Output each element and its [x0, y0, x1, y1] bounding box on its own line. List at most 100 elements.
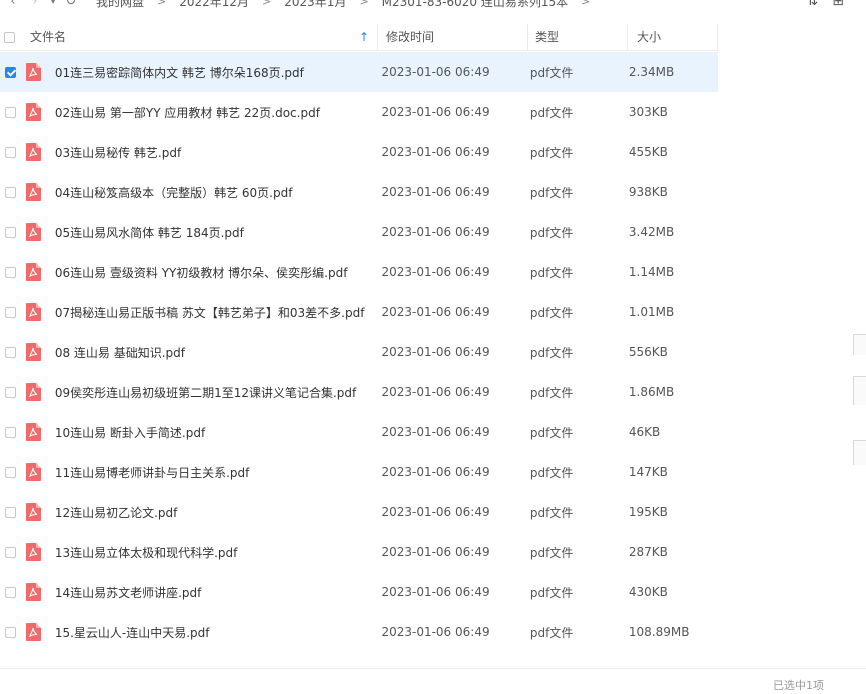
file-name[interactable]: 02连山易 第一部YY 应用教材 韩艺 22页.doc.pdf	[55, 104, 382, 121]
row-checkbox-cell	[2, 386, 20, 398]
breadcrumb-bar: ‹ › ▾ ↻ 我的网盘 >2022年12月 >2023年1月 > M2301-83-6…	[0, 0, 866, 12]
file-name[interactable]: 14连山易苏文老师讲座.pdf	[55, 584, 382, 601]
file-size: 430KB	[628, 585, 668, 599]
pdf-file-icon	[25, 343, 41, 361]
file-type: pdf文件	[529, 505, 574, 520]
breadcrumb-item[interactable]: 我的网盘	[96, 0, 144, 10]
file-size: 147KB	[628, 465, 668, 479]
file-type: pdf文件	[529, 385, 574, 400]
file-size: 46KB	[628, 425, 661, 439]
row-checkbox[interactable]	[5, 346, 17, 358]
file-row[interactable]: 04连山秘笈高级本（完整版）韩艺 60页.pdf 2023-01-06 06:49…	[0, 172, 718, 212]
file-name[interactable]: 15.星云山人-连山中天易.pdf	[55, 624, 382, 641]
file-size: 1.01MB	[628, 305, 675, 319]
column-header-type[interactable]: 类型	[528, 24, 628, 50]
row-checkbox[interactable]	[5, 146, 17, 158]
column-header-name[interactable]: 文件名 ↑	[18, 24, 378, 50]
file-row[interactable]: 03连山易秘传 韩艺.pdf 2023-01-06 06:49 pdf文件 455KB	[0, 132, 718, 172]
sort-icon[interactable]: ⇅	[807, 0, 819, 9]
file-name[interactable]: 13连山易立体太极和现代科学.pdf	[55, 544, 382, 561]
file-type: pdf文件	[529, 105, 574, 120]
pdf-file-icon	[25, 103, 41, 121]
file-name[interactable]: 08 连山易 基础知识.pdf	[55, 344, 382, 361]
select-all-checkbox[interactable]	[3, 31, 15, 43]
row-checkbox[interactable]	[5, 626, 17, 638]
file-row[interactable]: 09侯奕彤连山易初级班第二期1至12课讲义笔记合集.pdf 2023-01-06 …	[0, 372, 718, 412]
selection-status: 已选中1项	[773, 679, 824, 692]
row-checkbox[interactable]	[5, 306, 17, 318]
forward-button[interactable]: ›	[24, 0, 46, 9]
breadcrumb-separator: >	[262, 0, 272, 8]
row-checkbox[interactable]	[5, 426, 17, 438]
row-checkbox[interactable]	[5, 226, 17, 238]
file-name[interactable]: 03连山易秘传 韩艺.pdf	[55, 144, 382, 161]
row-checkbox[interactable]	[5, 546, 17, 558]
file-name[interactable]: 05连山易风水简体 韩艺 184页.pdf	[55, 224, 382, 241]
row-checkbox-cell	[2, 306, 20, 318]
file-row[interactable]: 02连山易 第一部YY 应用教材 韩艺 22页.doc.pdf 2023-01-0…	[0, 92, 718, 132]
file-size: 1.14MB	[628, 265, 675, 279]
select-all-cell	[0, 24, 18, 50]
side-panel-edge	[853, 376, 866, 405]
file-modified-date: 2023-01-06 06:49	[381, 65, 490, 79]
file-row[interactable]: 15.星云山人-连山中天易.pdf 2023-01-06 06:49 pdf文件 10…	[0, 612, 718, 652]
file-row[interactable]: 01连三易密踪简体内文 韩艺 博尔朵168页.pdf 2023-01-06 06:…	[0, 52, 718, 92]
breadcrumb-item[interactable]: 2022年12月	[179, 0, 249, 10]
file-name[interactable]: 07揭秘连山易正版书稿 苏文【韩艺弟子】和03差不多.pdf	[55, 304, 382, 321]
file-type: pdf文件	[529, 65, 574, 80]
row-checkbox[interactable]	[5, 506, 17, 518]
file-row[interactable]: 08 连山易 基础知识.pdf 2023-01-06 06:49 pdf文件 556K…	[0, 332, 718, 372]
breadcrumb-item[interactable]: M2301-83-6020 连山易系列15本	[382, 0, 568, 10]
row-checkbox[interactable]	[5, 106, 17, 118]
row-checkbox[interactable]	[5, 466, 17, 478]
file-size: 3.42MB	[628, 225, 675, 239]
side-panel-edge	[853, 440, 866, 465]
row-checkbox-cell	[2, 106, 20, 118]
file-modified-date: 2023-01-06 06:49	[381, 265, 490, 279]
file-row[interactable]: 07揭秘连山易正版书稿 苏文【韩艺弟子】和03差不多.pdf 2023-01-06…	[0, 292, 718, 332]
file-modified-date: 2023-01-06 06:49	[381, 585, 490, 599]
row-checkbox-cell	[2, 586, 20, 598]
file-row[interactable]: 05连山易风水简体 韩艺 184页.pdf 2023-01-06 06:49 pdf…	[0, 212, 718, 252]
file-size: 303KB	[628, 105, 668, 119]
grid-view-icon[interactable]: ⊞	[832, 0, 844, 9]
file-row[interactable]: 10连山易 断卦入手简述.pdf 2023-01-06 06:49 pdf文件 46K…	[0, 412, 718, 452]
pdf-file-icon	[25, 503, 41, 521]
file-name[interactable]: 11连山易博老师讲卦与日主关系.pdf	[55, 464, 382, 481]
file-modified-date: 2023-01-06 06:49	[381, 505, 490, 519]
history-dropdown-icon[interactable]: ▾	[46, 0, 60, 6]
file-row[interactable]: 06连山易 壹级资料 YY初级教材 博尔朵、侯奕彤编.pdf 2023-01-06…	[0, 252, 718, 292]
row-checkbox[interactable]	[5, 586, 17, 598]
breadcrumb-item[interactable]: 2023年1月	[284, 0, 346, 10]
file-row[interactable]: 14连山易苏文老师讲座.pdf 2023-01-06 06:49 pdf文件 430K…	[0, 572, 718, 612]
refresh-icon[interactable]: ↻	[60, 0, 82, 9]
file-row[interactable]: 12连山易初乙论文.pdf 2023-01-06 06:49 pdf文件 195KB	[0, 492, 718, 532]
row-checkbox-cell	[2, 426, 20, 438]
file-name[interactable]: 10连山易 断卦入手简述.pdf	[55, 424, 382, 441]
file-row[interactable]: 11连山易博老师讲卦与日主关系.pdf 2023-01-06 06:49 pdf文件…	[0, 452, 718, 492]
row-checkbox[interactable]	[5, 266, 17, 278]
row-checkbox[interactable]	[5, 66, 17, 78]
file-name[interactable]: 01连三易密踪简体内文 韩艺 博尔朵168页.pdf	[55, 64, 382, 81]
file-type: pdf文件	[529, 465, 574, 480]
column-header-date[interactable]: 修改时间	[378, 24, 528, 50]
column-header-size[interactable]: 大小	[628, 24, 718, 50]
file-type: pdf文件	[529, 545, 574, 560]
pdf-file-icon	[25, 383, 41, 401]
file-row[interactable]: 13连山易立体太极和现代科学.pdf 2023-01-06 06:49 pdf文件 2…	[0, 532, 718, 572]
file-name[interactable]: 06连山易 壹级资料 YY初级教材 博尔朵、侯奕彤编.pdf	[55, 264, 382, 281]
list-header: 文件名 ↑ 修改时间 类型 大小	[0, 24, 718, 51]
file-name[interactable]: 09侯奕彤连山易初级班第二期1至12课讲义笔记合集.pdf	[55, 384, 382, 401]
row-checkbox-cell	[2, 626, 20, 638]
row-checkbox[interactable]	[5, 386, 17, 398]
row-checkbox[interactable]	[5, 186, 17, 198]
pdf-file-icon	[25, 543, 41, 561]
file-size: 2.34MB	[628, 65, 675, 79]
file-name[interactable]: 04连山秘笈高级本（完整版）韩艺 60页.pdf	[55, 184, 382, 201]
back-button[interactable]: ‹	[2, 0, 24, 9]
row-checkbox-cell	[2, 66, 20, 78]
pdf-file-icon	[25, 583, 41, 601]
row-checkbox-cell	[2, 186, 20, 198]
file-name[interactable]: 12连山易初乙论文.pdf	[55, 504, 382, 521]
side-panel-edge	[853, 334, 866, 355]
